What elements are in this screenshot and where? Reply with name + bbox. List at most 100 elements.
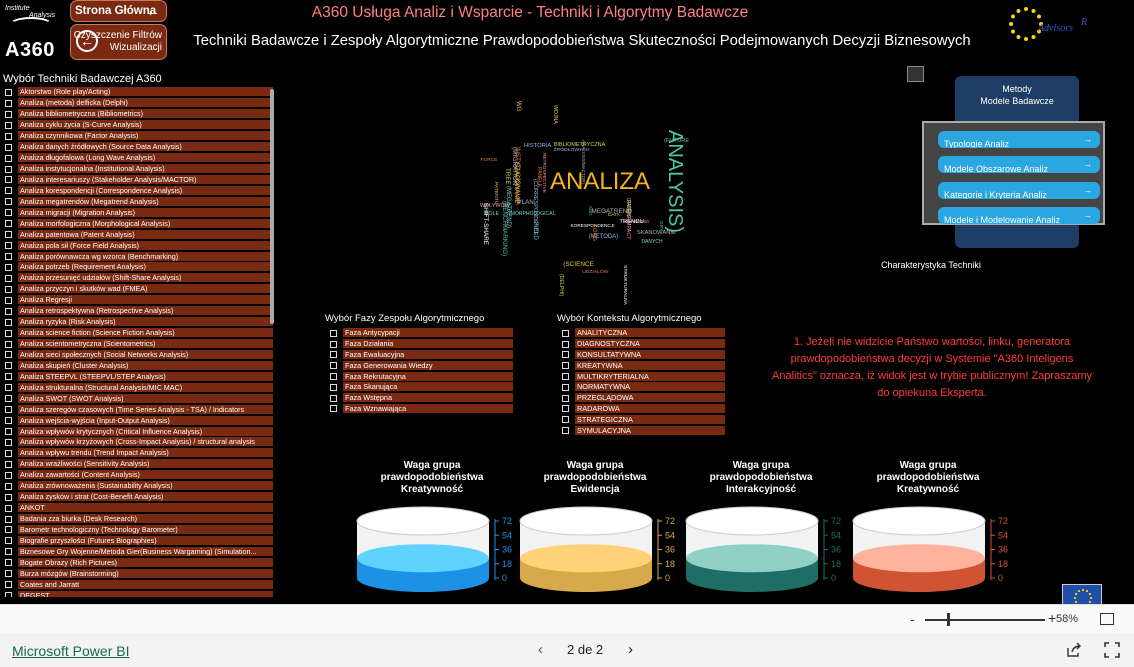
clear-filters-button[interactable]: ← Czyszczenie Filtrów Wizualizacji bbox=[70, 24, 167, 60]
checkbox[interactable] bbox=[5, 274, 12, 282]
prev-page-button[interactable]: ‹ bbox=[538, 641, 543, 658]
checkbox[interactable] bbox=[5, 570, 12, 578]
checkbox[interactable] bbox=[562, 362, 569, 370]
context-list-item[interactable]: RADAROWA bbox=[562, 403, 725, 415]
tech-list-item[interactable]: DEGEST bbox=[5, 590, 273, 597]
tech-list-item[interactable]: Analiza strukturalna (Structural Analysi… bbox=[5, 382, 273, 393]
checkbox[interactable] bbox=[5, 340, 12, 348]
context-list-item[interactable]: NORMATYWNA bbox=[562, 382, 725, 393]
checkbox[interactable] bbox=[5, 220, 12, 228]
checkbox[interactable] bbox=[562, 329, 569, 337]
zoom-out-button[interactable]: - bbox=[910, 611, 915, 627]
tech-list-item[interactable]: Analiza zrównoważenia (Sustainability An… bbox=[5, 481, 273, 492]
checkbox[interactable] bbox=[5, 548, 12, 556]
method-button-4[interactable]: Modele i Modelowanie Analiz → bbox=[938, 207, 1100, 224]
phase-list-item[interactable]: Faza Wstępna bbox=[330, 393, 513, 404]
tech-list-item[interactable]: Analiza danych źródłowych (Source Data A… bbox=[5, 142, 273, 153]
tech-list-item[interactable]: Analiza zawartości (Content Analysis) bbox=[5, 470, 273, 481]
tech-list-item[interactable]: Analiza przesunięć udziałów (Shift-Share… bbox=[5, 273, 273, 284]
context-list-item[interactable]: DIAGNOSTYCZNA bbox=[562, 339, 725, 350]
tech-list-item[interactable]: Analiza długofalowa (Long Wave Analysis) bbox=[5, 153, 273, 164]
context-list-item[interactable]: STRATEGICZNA bbox=[562, 414, 725, 425]
tech-list-item[interactable]: Analiza patentowa (Patent Analysis) bbox=[5, 229, 273, 240]
phase-list-item[interactable]: Faza Generowania Wiedzy bbox=[330, 360, 513, 371]
checkbox[interactable] bbox=[5, 121, 12, 129]
checkbox[interactable] bbox=[562, 416, 569, 424]
phase-list-item[interactable]: Faza Wznawiająca bbox=[330, 403, 513, 415]
context-list-item[interactable]: KREATYWNA bbox=[562, 360, 725, 371]
checkbox[interactable] bbox=[5, 362, 12, 370]
method-button-2[interactable]: Modele Obszarowe Analiz → bbox=[938, 156, 1100, 173]
tech-list-item[interactable]: Analiza interesariuszy (Stakeholder Anal… bbox=[5, 174, 273, 186]
checkbox[interactable] bbox=[5, 460, 12, 468]
checkbox[interactable] bbox=[330, 405, 337, 413]
powerbi-link[interactable]: Microsoft Power BI bbox=[12, 643, 129, 659]
next-page-button[interactable]: › bbox=[628, 641, 633, 658]
tech-list-item[interactable]: Biografie przyszłości (Futures Biographi… bbox=[5, 535, 273, 546]
checkbox[interactable] bbox=[5, 242, 12, 250]
checkbox[interactable] bbox=[5, 493, 12, 501]
checkbox[interactable] bbox=[5, 373, 12, 381]
checkbox[interactable] bbox=[5, 351, 12, 359]
checkbox[interactable] bbox=[5, 88, 12, 96]
tech-list-item[interactable]: Analiza zysków i strat (Cost-Benefit Ana… bbox=[5, 492, 273, 503]
tech-list-item[interactable]: Analiza wpływów krytycznych (Critical In… bbox=[5, 426, 273, 437]
fullscreen-icon[interactable] bbox=[1104, 642, 1120, 658]
phase-list-item[interactable]: Faza Rekrutacyjna bbox=[330, 371, 513, 382]
tech-list-item[interactable]: Analiza migracji (Migration Analysis) bbox=[5, 207, 273, 218]
context-list-item[interactable]: KONSULTATYWNA bbox=[562, 349, 725, 361]
checkbox[interactable] bbox=[5, 449, 12, 457]
tech-list-item[interactable]: Analiza STEEPVL (STEEPVL/STEP Analysis) bbox=[5, 371, 273, 382]
checkbox[interactable] bbox=[5, 285, 12, 293]
zoom-in-button[interactable]: + bbox=[1048, 610, 1056, 626]
tech-list-item[interactable]: Biznesowe Gry Wojenne/Metoda Gier(Busine… bbox=[5, 546, 273, 557]
checkbox[interactable] bbox=[5, 482, 12, 490]
tech-list-item[interactable]: ANKOT bbox=[5, 503, 273, 514]
checkbox[interactable] bbox=[5, 581, 12, 589]
tech-list-item[interactable]: Badania zza biurka (Desk Research) bbox=[5, 514, 273, 525]
checkbox[interactable] bbox=[330, 383, 337, 391]
tech-list-item[interactable]: Analiza retrospektywna (Retrospective An… bbox=[5, 306, 273, 317]
tech-list-item[interactable]: Analiza morfologiczna (Morphological Ana… bbox=[5, 218, 273, 229]
checkbox[interactable] bbox=[330, 373, 337, 381]
tech-list-item[interactable]: Analiza przyczyn i skutków wad (FMEA) bbox=[5, 284, 273, 295]
tech-list-item[interactable]: Analiza pola sił (Force Field Analysis) bbox=[5, 240, 273, 251]
tech-list-item[interactable]: Analiza wpływów krzyżowych (Cross-Impact… bbox=[5, 437, 273, 448]
checkbox[interactable] bbox=[5, 231, 12, 239]
tech-list-item[interactable]: Analiza ryzyka (Risk Analysis) bbox=[5, 317, 273, 328]
tech-list-item[interactable]: Analiza (metoda) delficka (Delphi) bbox=[5, 98, 273, 109]
context-list-item[interactable]: PRZEGLĄDOWA bbox=[562, 393, 725, 404]
phase-selector-list[interactable]: Faza Antycypacji Faza Działania Faza Ewalu… bbox=[330, 328, 513, 414]
tech-list-item[interactable]: Analiza sieci społecznych (Social Networ… bbox=[5, 349, 273, 361]
checkbox[interactable] bbox=[5, 504, 12, 512]
tech-list-item[interactable]: Analiza megatrendów (Megatrend Analysis) bbox=[5, 196, 273, 207]
tech-list-item[interactable]: Analiza korespondencji (Correspondence A… bbox=[5, 185, 273, 196]
tech-list-item[interactable]: Analiza potrzeb (Requirement Analysis) bbox=[5, 262, 273, 273]
checkbox[interactable] bbox=[5, 395, 12, 403]
checkbox[interactable] bbox=[330, 351, 337, 359]
checkbox[interactable] bbox=[5, 132, 12, 140]
tech-list-item[interactable]: Analiza Regresji bbox=[5, 295, 273, 306]
checkbox[interactable] bbox=[5, 329, 12, 337]
checkbox[interactable] bbox=[330, 340, 337, 348]
tech-list-item[interactable]: Coates and Jarratt bbox=[5, 579, 273, 590]
tech-list-item[interactable]: Analiza bibliometryczna (Bibliometrics) bbox=[5, 109, 273, 120]
tech-list-item[interactable]: Analiza scientometryczna (Scientometrics… bbox=[5, 339, 273, 350]
tech-list-item[interactable]: Analiza wpływu trendu (Trend Impact Anal… bbox=[5, 448, 273, 459]
checkbox[interactable] bbox=[5, 143, 12, 151]
tech-list-item[interactable]: Analiza science fiction (Science Fiction… bbox=[5, 328, 273, 339]
tech-list-item[interactable]: Analiza skupień (Cluster Analysis) bbox=[5, 360, 273, 371]
checkbox[interactable] bbox=[5, 110, 12, 118]
share-icon[interactable] bbox=[1066, 642, 1082, 658]
tech-list-item[interactable]: Burza mózgów (Brainstorming) bbox=[5, 568, 273, 579]
checkbox[interactable] bbox=[5, 318, 12, 326]
zoom-slider-thumb[interactable] bbox=[947, 613, 950, 626]
home-button[interactable]: Strona Główna ← bbox=[70, 0, 167, 22]
tech-list-item[interactable]: Analiza cyklu życia (S-Curve Analysis) bbox=[5, 120, 273, 131]
checkbox[interactable] bbox=[5, 176, 12, 184]
checkbox[interactable] bbox=[330, 394, 337, 402]
checkbox[interactable] bbox=[562, 340, 569, 348]
checkbox[interactable] bbox=[5, 209, 12, 217]
checkbox[interactable] bbox=[330, 329, 337, 337]
context-list-item[interactable]: SYMULACYJNA bbox=[562, 425, 725, 436]
